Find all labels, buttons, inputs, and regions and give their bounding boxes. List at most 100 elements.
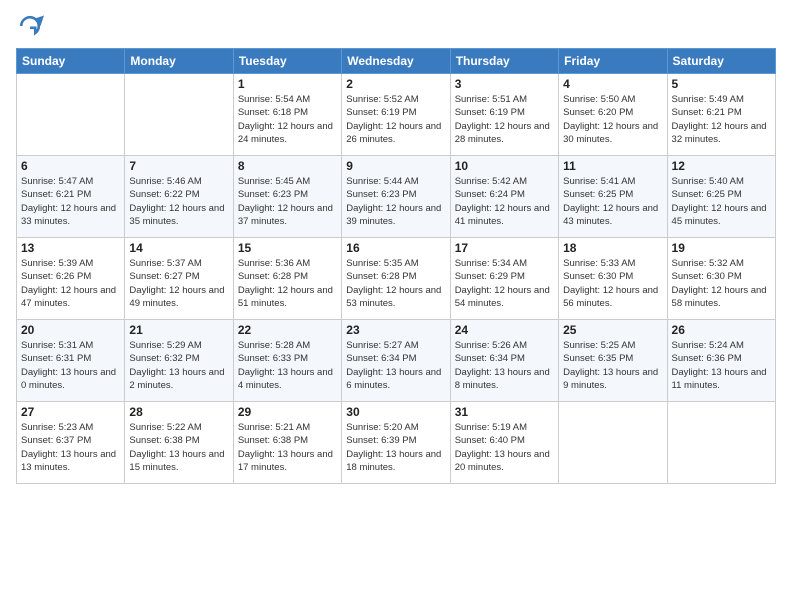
day-number: 15: [238, 241, 337, 255]
day-cell: 7 Sunrise: 5:46 AM Sunset: 6:22 PM Daylig…: [125, 156, 233, 238]
day-detail: Sunrise: 5:27 AM Sunset: 6:34 PM Dayligh…: [346, 339, 445, 392]
day-number: 6: [21, 159, 120, 173]
day-detail: Sunrise: 5:36 AM Sunset: 6:28 PM Dayligh…: [238, 257, 337, 310]
day-cell: 9 Sunrise: 5:44 AM Sunset: 6:23 PM Daylig…: [342, 156, 450, 238]
weekday-header-saturday: Saturday: [667, 49, 775, 74]
day-number: 30: [346, 405, 445, 419]
day-detail: Sunrise: 5:46 AM Sunset: 6:22 PM Dayligh…: [129, 175, 228, 228]
day-detail: Sunrise: 5:31 AM Sunset: 6:31 PM Dayligh…: [21, 339, 120, 392]
day-number: 12: [672, 159, 771, 173]
day-detail: Sunrise: 5:19 AM Sunset: 6:40 PM Dayligh…: [455, 421, 554, 474]
day-number: 2: [346, 77, 445, 91]
weekday-header-thursday: Thursday: [450, 49, 558, 74]
day-cell: 19Sunrise: 5:32 AM Sunset: 6:30 PM Dayli…: [667, 238, 775, 320]
day-detail: Sunrise: 5:25 AM Sunset: 6:35 PM Dayligh…: [563, 339, 662, 392]
day-detail: Sunrise: 5:21 AM Sunset: 6:38 PM Dayligh…: [238, 421, 337, 474]
day-detail: Sunrise: 5:50 AM Sunset: 6:20 PM Dayligh…: [563, 93, 662, 146]
day-cell: 2 Sunrise: 5:52 AM Sunset: 6:19 PM Daylig…: [342, 74, 450, 156]
day-number: 16: [346, 241, 445, 255]
day-cell: 1 Sunrise: 5:54 AM Sunset: 6:18 PM Daylig…: [233, 74, 341, 156]
day-detail: Sunrise: 5:47 AM Sunset: 6:21 PM Dayligh…: [21, 175, 120, 228]
weekday-header-tuesday: Tuesday: [233, 49, 341, 74]
day-number: 14: [129, 241, 228, 255]
day-cell: 17 Sunrise: 5:34 AM Sunset: 6:29 PM Dayli…: [450, 238, 558, 320]
day-detail: Sunrise: 5:24 AM Sunset: 6:36 PM Dayligh…: [672, 339, 771, 392]
day-detail: Sunrise: 5:42 AM Sunset: 6:24 PM Dayligh…: [455, 175, 554, 228]
day-number: 5: [672, 77, 771, 91]
day-cell: 10 Sunrise: 5:42 AM Sunset: 6:24 PM Dayli…: [450, 156, 558, 238]
day-number: 22: [238, 323, 337, 337]
day-cell: 4 Sunrise: 5:50 AM Sunset: 6:20 PM Daylig…: [559, 74, 667, 156]
day-detail: Sunrise: 5:26 AM Sunset: 6:34 PM Dayligh…: [455, 339, 554, 392]
day-cell: 20 Sunrise: 5:31 AM Sunset: 6:31 PM Dayli…: [17, 320, 125, 402]
day-number: 26: [672, 323, 771, 337]
logo-icon: [16, 12, 44, 40]
day-number: 1: [238, 77, 337, 91]
day-detail: Sunrise: 5:29 AM Sunset: 6:32 PM Dayligh…: [129, 339, 228, 392]
day-cell: 18 Sunrise: 5:33 AM Sunset: 6:30 PM Dayli…: [559, 238, 667, 320]
day-detail: Sunrise: 5:44 AM Sunset: 6:23 PM Dayligh…: [346, 175, 445, 228]
day-number: 4: [563, 77, 662, 91]
weekday-header-friday: Friday: [559, 49, 667, 74]
day-number: 7: [129, 159, 228, 173]
day-cell: 24Sunrise: 5:26 AM Sunset: 6:34 PM Dayli…: [450, 320, 558, 402]
day-cell: 3 Sunrise: 5:51 AM Sunset: 6:19 PM Daylig…: [450, 74, 558, 156]
day-number: 23: [346, 323, 445, 337]
weekday-header-wednesday: Wednesday: [342, 49, 450, 74]
day-number: 19: [672, 241, 771, 255]
day-cell: 13Sunrise: 5:39 AM Sunset: 6:26 PM Dayli…: [17, 238, 125, 320]
weekday-header-monday: Monday: [125, 49, 233, 74]
day-number: 8: [238, 159, 337, 173]
day-cell: 26 Sunrise: 5:24 AM Sunset: 6:36 PM Dayli…: [667, 320, 775, 402]
day-cell: [667, 402, 775, 484]
day-cell: 5 Sunrise: 5:49 AM Sunset: 6:21 PM Daylig…: [667, 74, 775, 156]
day-detail: Sunrise: 5:33 AM Sunset: 6:30 PM Dayligh…: [563, 257, 662, 310]
weekday-header-row: SundayMondayTuesdayWednesdayThursdayFrid…: [17, 49, 776, 74]
day-cell: 16 Sunrise: 5:35 AM Sunset: 6:28 PM Dayli…: [342, 238, 450, 320]
week-row-2: 13Sunrise: 5:39 AM Sunset: 6:26 PM Dayli…: [17, 238, 776, 320]
day-cell: 14 Sunrise: 5:37 AM Sunset: 6:27 PM Dayli…: [125, 238, 233, 320]
week-row-4: 27Sunrise: 5:23 AM Sunset: 6:37 PM Dayli…: [17, 402, 776, 484]
day-detail: Sunrise: 5:45 AM Sunset: 6:23 PM Dayligh…: [238, 175, 337, 228]
day-cell: [17, 74, 125, 156]
day-number: 18: [563, 241, 662, 255]
day-cell: 30Sunrise: 5:20 AM Sunset: 6:39 PM Dayli…: [342, 402, 450, 484]
week-row-3: 20 Sunrise: 5:31 AM Sunset: 6:31 PM Dayli…: [17, 320, 776, 402]
day-cell: 15 Sunrise: 5:36 AM Sunset: 6:28 PM Dayli…: [233, 238, 341, 320]
day-detail: Sunrise: 5:49 AM Sunset: 6:21 PM Dayligh…: [672, 93, 771, 146]
day-cell: 11Sunrise: 5:41 AM Sunset: 6:25 PM Dayli…: [559, 156, 667, 238]
day-detail: Sunrise: 5:35 AM Sunset: 6:28 PM Dayligh…: [346, 257, 445, 310]
day-detail: Sunrise: 5:52 AM Sunset: 6:19 PM Dayligh…: [346, 93, 445, 146]
day-number: 28: [129, 405, 228, 419]
day-number: 29: [238, 405, 337, 419]
day-cell: [559, 402, 667, 484]
calendar: SundayMondayTuesdayWednesdayThursdayFrid…: [16, 48, 776, 484]
day-detail: Sunrise: 5:41 AM Sunset: 6:25 PM Dayligh…: [563, 175, 662, 228]
day-cell: 6 Sunrise: 5:47 AM Sunset: 6:21 PM Daylig…: [17, 156, 125, 238]
day-detail: Sunrise: 5:28 AM Sunset: 6:33 PM Dayligh…: [238, 339, 337, 392]
day-detail: Sunrise: 5:34 AM Sunset: 6:29 PM Dayligh…: [455, 257, 554, 310]
weekday-header-sunday: Sunday: [17, 49, 125, 74]
day-detail: Sunrise: 5:54 AM Sunset: 6:18 PM Dayligh…: [238, 93, 337, 146]
header: [16, 12, 776, 40]
day-number: 9: [346, 159, 445, 173]
day-detail: Sunrise: 5:37 AM Sunset: 6:27 PM Dayligh…: [129, 257, 228, 310]
day-cell: 25 Sunrise: 5:25 AM Sunset: 6:35 PM Dayli…: [559, 320, 667, 402]
week-row-0: 1 Sunrise: 5:54 AM Sunset: 6:18 PM Daylig…: [17, 74, 776, 156]
day-number: 10: [455, 159, 554, 173]
day-number: 25: [563, 323, 662, 337]
day-number: 31: [455, 405, 554, 419]
day-number: 17: [455, 241, 554, 255]
day-cell: [125, 74, 233, 156]
day-cell: 21 Sunrise: 5:29 AM Sunset: 6:32 PM Dayli…: [125, 320, 233, 402]
day-detail: Sunrise: 5:22 AM Sunset: 6:38 PM Dayligh…: [129, 421, 228, 474]
day-cell: 29 Sunrise: 5:21 AM Sunset: 6:38 PM Dayli…: [233, 402, 341, 484]
day-number: 21: [129, 323, 228, 337]
day-cell: 8 Sunrise: 5:45 AM Sunset: 6:23 PM Daylig…: [233, 156, 341, 238]
day-detail: Sunrise: 5:39 AM Sunset: 6:26 PM Dayligh…: [21, 257, 120, 310]
day-detail: Sunrise: 5:23 AM Sunset: 6:37 PM Dayligh…: [21, 421, 120, 474]
day-number: 3: [455, 77, 554, 91]
day-number: 20: [21, 323, 120, 337]
day-detail: Sunrise: 5:51 AM Sunset: 6:19 PM Dayligh…: [455, 93, 554, 146]
day-cell: 28 Sunrise: 5:22 AM Sunset: 6:38 PM Dayli…: [125, 402, 233, 484]
